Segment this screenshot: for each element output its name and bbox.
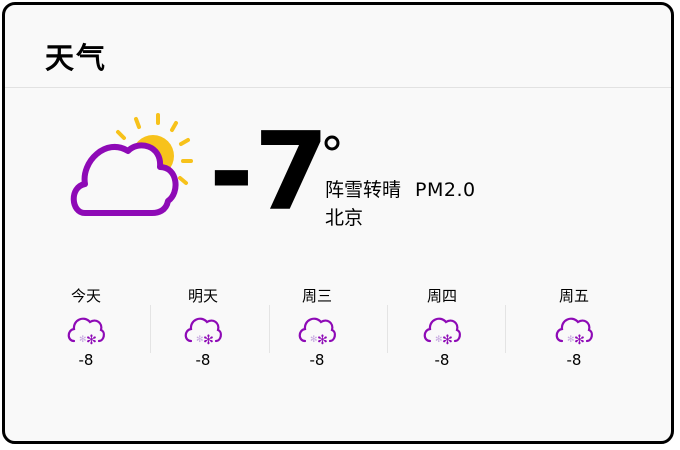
current-condition: 阵雪转晴 [325, 179, 402, 201]
snow-cloud-icon: ✻ ✻ [423, 317, 461, 347]
weather-card: 天气 -7 阵雪转晴 PM2.0 北京 今天 ✻ ✻ -8 明天 ✻ ✻ -8 … [2, 2, 674, 444]
svg-text:✻: ✻ [574, 333, 585, 347]
svg-text:✻: ✻ [203, 333, 214, 347]
cloud-shape [70, 142, 179, 216]
forecast-temp: -8 [434, 351, 450, 369]
city-name: 北京 [325, 207, 364, 229]
forecast-temp: -8 [78, 351, 94, 369]
forecast-day-name: 周三 [301, 287, 332, 305]
cloud-sun-icon [70, 113, 193, 216]
forecast-day[interactable]: 周五 ✻ ✻ -8 [534, 285, 614, 369]
forecast-separator [150, 305, 151, 353]
forecast-day-name: 明天 [187, 287, 218, 305]
forecast-temp: -8 [566, 351, 582, 369]
degree-symbol [324, 135, 340, 151]
forecast-day-name: 周五 [558, 287, 589, 305]
forecast-temp: -8 [309, 351, 325, 369]
app-title: 天气 [45, 41, 108, 75]
forecast-day[interactable]: 周四 ✻ ✻ -8 [402, 285, 482, 369]
svg-text:✻: ✻ [86, 333, 97, 347]
snow-cloud-icon: ✻ ✻ [67, 317, 105, 347]
forecast-day-name: 周四 [426, 287, 457, 305]
forecast-day[interactable]: 明天 ✻ ✻ -8 [163, 285, 243, 369]
forecast-temp: -8 [195, 351, 211, 369]
forecast-separator [387, 305, 388, 353]
air-quality: PM2.0 [415, 179, 476, 201]
forecast-day[interactable]: 周三 ✻ ✻ -8 [277, 285, 357, 369]
header-divider [5, 87, 671, 88]
forecast-separator [505, 305, 506, 353]
svg-text:✻: ✻ [317, 333, 328, 347]
current-condition-line: 阵雪转晴 PM2.0 [325, 175, 476, 202]
snow-cloud-icon: ✻ ✻ [555, 317, 593, 347]
svg-text:✻: ✻ [442, 333, 453, 347]
current-temperature: -7 [209, 110, 329, 235]
snow-cloud-icon: ✻ ✻ [184, 317, 222, 347]
forecast-day[interactable]: 今天 ✻ ✻ -8 [46, 285, 126, 369]
forecast-separator [269, 305, 270, 353]
snow-cloud-icon: ✻ ✻ [298, 317, 336, 347]
forecast-day-name: 今天 [70, 287, 101, 305]
